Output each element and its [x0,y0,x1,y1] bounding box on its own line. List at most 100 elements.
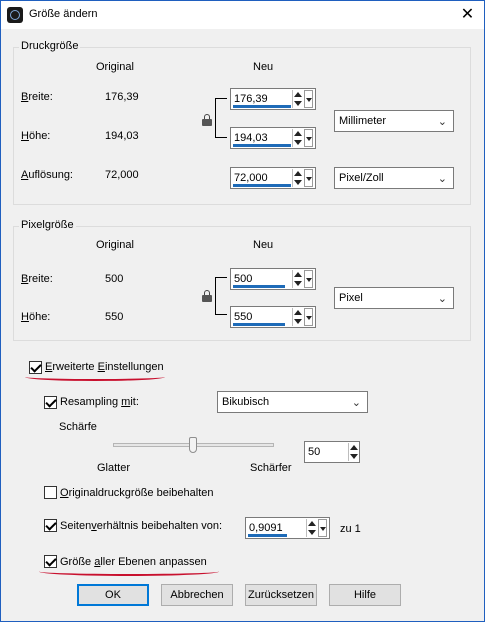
pixel-breite-dropdown-button[interactable] [304,270,313,288]
up-arrow-icon [294,92,302,97]
pixel-breite-spinner[interactable]: 500 [230,268,316,290]
pixel-breite-stepper[interactable] [292,270,302,288]
resampling-label[interactable]: Resampling mit: [60,396,139,408]
druck-unit-select[interactable]: Millimeter ⌄ [334,110,454,132]
down-arrow-icon [308,530,316,535]
druck-hoehe-value-bar [233,144,291,147]
erweitert-label[interactable]: Erweiterte Einstellungen [45,361,164,373]
resampling-value: Bikubisch [222,396,270,408]
aufloesung-dropdown-button[interactable] [304,169,313,187]
lock-icon[interactable] [202,290,212,302]
schaerfe-stepper[interactable] [348,443,358,461]
pixel-hoehe-dropdown-button[interactable] [304,308,313,326]
aufloesung-original: 72,000 [105,169,139,181]
chevron-down-icon: ⌄ [437,293,447,305]
pixel-hoehe-original: 550 [105,311,124,323]
pixel-breite-value-bar [233,285,285,288]
pixel-breite-original: 500 [105,273,124,285]
window-title: Größe ändern [29,8,98,20]
title-bar: Größe ändern ✕ [1,1,484,29]
up-arrow-icon [350,445,358,450]
druck-breite-spinner[interactable]: 176,39 [230,88,316,110]
ratio-spinner[interactable]: 0,9091 [245,517,330,539]
ok-button[interactable]: OK [77,584,149,606]
druck-hoehe-dropdown-button[interactable] [304,129,313,147]
zuruecksetzen-button[interactable]: Zurücksetzen [245,584,317,606]
schaerfe-slider-thumb[interactable] [188,437,197,453]
up-arrow-icon [294,310,302,315]
pixel-col-neu: Neu [253,239,274,251]
chevron-down-icon: ⌄ [437,173,447,185]
druck-breite-value: 176,39 [234,93,268,105]
pixel-hoehe-spinner[interactable]: 550 [230,306,316,328]
ratio-suffix: zu 1 [340,523,361,535]
pixel-hoehe-stepper[interactable] [292,308,302,326]
aufloesung-label: Auflösung: [21,169,73,181]
druck-hoehe-stepper[interactable] [292,129,302,147]
aufloesung-stepper[interactable] [292,169,302,187]
druck-col-original: Original [96,61,134,73]
schaerfe-min-label: Glatter [97,462,131,474]
druck-breite-original: 176,39 [105,91,139,103]
pixelgroesse-title: Pixelgröße [19,219,76,231]
originaldruck-label[interactable]: Originaldruckgröße beibehalten [60,487,214,499]
up-arrow-icon [294,272,302,277]
down-arrow-icon [294,140,302,145]
schaerfe-spinner[interactable]: 50 [304,441,360,463]
druck-hoehe-label: Höhe: [21,130,51,142]
schaerfe-value: 50 [308,446,321,458]
up-arrow-icon [294,131,302,136]
annotation-underline [25,373,165,381]
pixel-aspect-link-bracket [215,277,227,315]
druck-breite-value-bar [233,105,291,108]
schaerfe-max-label: Schärfer [250,462,292,474]
close-icon: ✕ [460,6,475,23]
aspect-link-bracket [215,98,227,138]
pixel-hoehe-value-bar [233,323,285,326]
druck-hoehe-spinner[interactable]: 194,03 [230,127,316,149]
down-arrow-icon [294,101,302,106]
hilfe-button[interactable]: Hilfe [329,584,401,606]
pixel-unit-value: Pixel [339,292,363,304]
down-arrow-icon [294,281,302,286]
down-arrow-icon [350,454,358,459]
resampling-select[interactable]: Bikubisch ⌄ [217,391,368,413]
aufloesung-unit-value: Pixel/Zoll [339,172,384,184]
druck-breite-stepper[interactable] [292,90,302,108]
druck-hoehe-original: 194,03 [105,130,139,142]
pixel-hoehe-value: 550 [234,311,253,323]
up-arrow-icon [294,171,302,176]
resampling-checkbox[interactable] [44,396,57,409]
pixel-unit-select[interactable]: Pixel ⌄ [334,287,454,309]
down-arrow-icon [294,180,302,185]
aufloesung-value-bar [233,184,291,187]
aufloesung-value: 72,000 [234,172,268,184]
lock-icon[interactable] [202,114,212,126]
resize-dialog: Größe ändern ✕ Druckgröße Original Neu B… [0,0,485,622]
close-button[interactable]: ✕ [451,1,484,29]
originaldruck-checkbox[interactable] [44,486,57,499]
druck-breite-dropdown-button[interactable] [304,90,313,108]
app-icon [7,7,23,23]
down-arrow-icon [294,319,302,324]
ratio-stepper[interactable] [306,519,316,537]
pixel-breite-label: Breite: [21,273,53,285]
schaerfe-label: Schärfe [59,421,97,433]
ratio-dropdown-button[interactable] [318,519,327,537]
chevron-down-icon: ⌄ [437,116,447,128]
druck-breite-label: Breite: [21,91,53,103]
ratio-value: 0,9091 [249,522,283,534]
druck-col-neu: Neu [253,61,274,73]
annotation-underline [39,567,219,576]
druckgroesse-title: Druckgröße [19,40,81,52]
ratio-value-bar [248,534,287,537]
aufloesung-spinner[interactable]: 72,000 [230,167,316,189]
abbrechen-button[interactable]: Abbrechen [161,584,233,606]
seitenverhaeltnis-checkbox[interactable] [44,519,57,532]
up-arrow-icon [308,521,316,526]
aufloesung-unit-select[interactable]: Pixel/Zoll ⌄ [334,167,454,189]
pixel-col-original: Original [96,239,134,251]
druck-unit-value: Millimeter [339,115,387,127]
pixel-breite-value: 500 [234,273,253,285]
seitenverhaeltnis-label[interactable]: Seitenverhältnis beibehalten von: [60,520,222,532]
